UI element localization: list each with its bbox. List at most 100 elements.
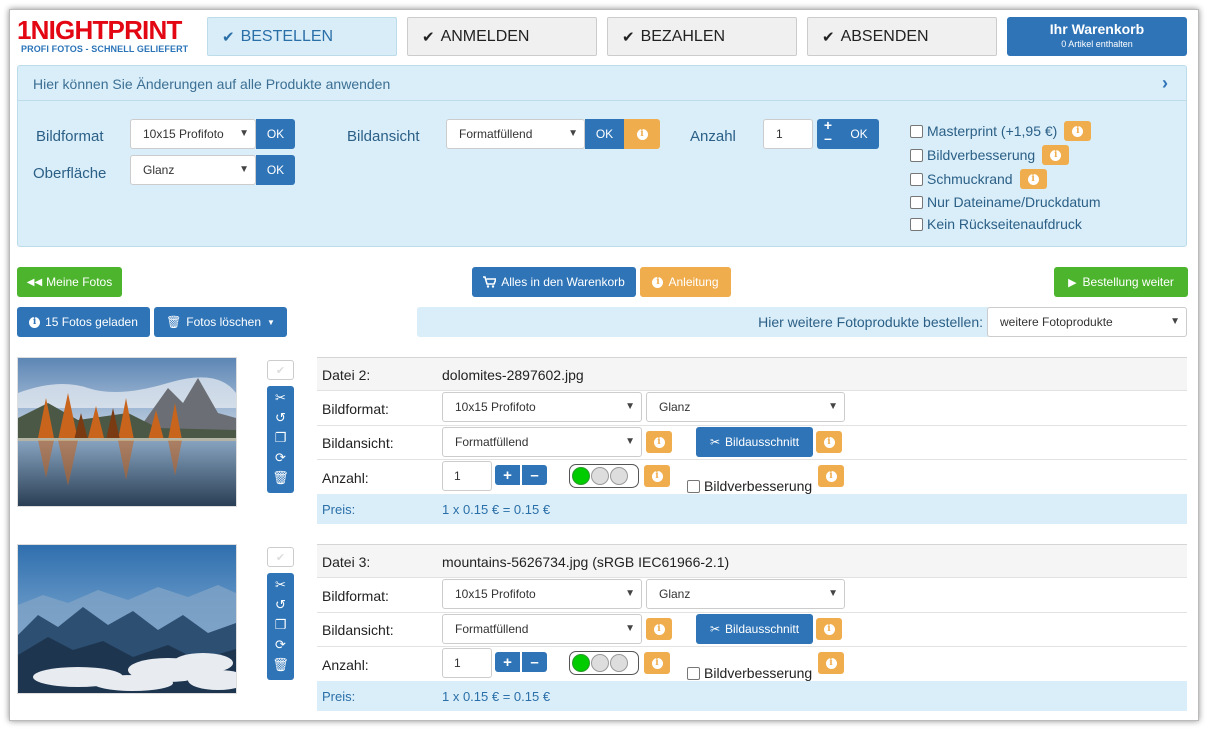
format-select[interactable]: 10x15 Profifoto ▼ xyxy=(442,392,642,422)
chevron-down-icon: ▼ xyxy=(239,164,249,175)
masterprint-checkbox[interactable] xyxy=(910,124,923,138)
masterprint-info-button[interactable]: i xyxy=(1064,121,1092,141)
step-bestellen[interactable]: ✔ BESTELLEN xyxy=(207,17,397,56)
option-label: Schmuckrand xyxy=(927,171,1013,187)
schmuckrand-checkbox[interactable] xyxy=(910,172,923,186)
bestellung-weiter-button[interactable]: ▶ Bestellung weiter xyxy=(1054,267,1188,297)
bildausschnitt-button[interactable]: ✂ Bildausschnitt xyxy=(696,614,813,644)
surface-select[interactable]: Glanz ▼ xyxy=(646,579,845,609)
enhance-checkbox[interactable] xyxy=(687,480,700,493)
minus-icon[interactable]: – xyxy=(817,131,839,145)
cart-button[interactable]: Ihr Warenkorb 0 Artikel enthalten xyxy=(1007,17,1187,56)
surface-select[interactable]: Glanz ▼ xyxy=(646,392,845,422)
bestellung-weiter-label: Bestellung weiter xyxy=(1082,275,1174,289)
qty-plus-button[interactable]: + xyxy=(495,465,520,485)
trash-icon[interactable]: 🗑 xyxy=(267,657,294,673)
info-icon: i xyxy=(653,623,665,635)
quality-dot-bad xyxy=(610,654,628,672)
view-select[interactable]: Formatfüllend ▼ xyxy=(442,614,642,644)
rewind-icon: ◀◀ xyxy=(26,276,43,288)
checkmark-icon: ✔ xyxy=(822,28,835,46)
trash-icon[interactable]: 🗑 xyxy=(267,470,294,486)
bildansicht-info-button[interactable]: i xyxy=(624,119,660,149)
scissors-icon[interactable]: ✂ xyxy=(267,390,294,406)
qty-input[interactable]: 1 xyxy=(442,648,492,678)
chevron-right-icon[interactable]: › xyxy=(1162,73,1168,94)
bildformat-label: Bildformat: xyxy=(322,588,389,604)
view-select[interactable]: Formatfüllend ▼ xyxy=(442,427,642,457)
step-anmelden[interactable]: ✔ ANMELDEN xyxy=(407,17,597,56)
format-value: 10x15 Profifoto xyxy=(455,400,536,414)
quality-info-button[interactable]: i xyxy=(644,465,670,487)
refresh-icon[interactable]: ⟳ xyxy=(267,637,294,653)
bildverbesserung-info-button[interactable]: i xyxy=(1042,145,1070,165)
select-photo-checkbox[interactable]: ✔ xyxy=(267,360,294,380)
enhance-info-button[interactable]: i xyxy=(818,465,844,487)
crop-info-button[interactable]: i xyxy=(816,431,842,453)
dateiname-checkbox[interactable] xyxy=(910,195,923,209)
bildformat-ok-button[interactable]: OK xyxy=(256,119,295,149)
rotate-left-icon[interactable]: ↺ xyxy=(267,410,294,426)
quality-info-button[interactable]: i xyxy=(644,652,670,674)
option-rueckseite[interactable]: Kein Rückseitenaufdruck xyxy=(910,216,1082,232)
anzahl-stepper[interactable]: + – xyxy=(817,118,839,149)
format-select[interactable]: 10x15 Profifoto ▼ xyxy=(442,579,642,609)
schmuckrand-info-button[interactable]: i xyxy=(1019,169,1047,189)
more-products-select[interactable]: weitere Fotoprodukte ▼ xyxy=(987,307,1187,337)
step-absenden[interactable]: ✔ ABSENDEN xyxy=(807,17,997,56)
copy-icon[interactable]: ❐ xyxy=(267,430,294,446)
bildverbesserung-checkbox[interactable] xyxy=(910,148,923,162)
option-bildverbesserung[interactable]: Bildverbesserung i xyxy=(910,145,1070,165)
qty-minus-button[interactable]: – xyxy=(522,465,547,485)
view-info-button[interactable]: i xyxy=(646,618,672,640)
qty-input[interactable]: 1 xyxy=(442,461,492,491)
step-bezahlen[interactable]: ✔ BEZAHLEN xyxy=(607,17,797,56)
logo-title[interactable]: 1NIGHTPRINT xyxy=(17,15,182,46)
photo-thumbnail[interactable] xyxy=(17,544,248,694)
anleitung-button[interactable]: i Anleitung xyxy=(640,267,731,297)
option-schmuckrand[interactable]: Schmuckrand i xyxy=(910,169,1047,189)
panel-header[interactable]: Hier können Sie Änderungen auf alle Prod… xyxy=(33,76,390,92)
row-divider xyxy=(317,390,1187,391)
chevron-down-icon: ▼ xyxy=(625,623,635,634)
oberflaeche-ok-button[interactable]: OK xyxy=(256,155,295,185)
crop-info-button[interactable]: i xyxy=(816,618,842,640)
quality-dot-medium xyxy=(591,654,609,672)
oberflaeche-value: Glanz xyxy=(143,163,175,177)
enhance-checkbox[interactable] xyxy=(687,667,700,680)
scissors-icon: ✂ xyxy=(709,622,720,636)
meine-fotos-button[interactable]: ◀◀ Meine Fotos xyxy=(17,267,122,297)
anzahl-input[interactable]: 1 xyxy=(763,119,813,149)
bildformat-select[interactable]: 10x15 Profifoto ▼ xyxy=(130,119,256,149)
select-photo-checkbox[interactable]: ✔ xyxy=(267,547,294,567)
qty-minus-button[interactable]: – xyxy=(522,652,547,672)
bildansicht-ok-button[interactable]: OK xyxy=(585,119,624,149)
rotate-left-icon[interactable]: ↺ xyxy=(267,597,294,613)
alles-warenkorb-button[interactable]: Alles in den Warenkorb xyxy=(472,267,636,297)
refresh-icon[interactable]: ⟳ xyxy=(267,450,294,466)
bildansicht-label: Bildansicht: xyxy=(322,622,394,638)
play-icon: ▶ xyxy=(1068,276,1077,289)
fotos-geladen-button[interactable]: i 15 Fotos geladen xyxy=(17,307,150,337)
step-label: ABSENDEN xyxy=(840,27,929,45)
info-icon: i xyxy=(825,657,837,669)
chevron-down-icon: ▼ xyxy=(828,588,838,599)
scissors-icon[interactable]: ✂ xyxy=(267,577,294,593)
rueckseite-checkbox[interactable] xyxy=(910,217,923,231)
copy-icon[interactable]: ❐ xyxy=(267,617,294,633)
bildansicht-select[interactable]: Formatfüllend ▼ xyxy=(446,119,585,149)
option-dateiname[interactable]: Nur Dateiname/Druckdatum xyxy=(910,194,1101,210)
option-masterprint[interactable]: Masterprint (+1,95 €) i xyxy=(910,121,1092,141)
oberflaeche-select[interactable]: Glanz ▼ xyxy=(130,155,256,185)
qty-plus-button[interactable]: + xyxy=(495,652,520,672)
anzahl-ok-button[interactable]: OK xyxy=(839,119,879,149)
fotos-loeschen-label: Fotos löschen xyxy=(186,315,262,329)
chevron-down-icon: ▼ xyxy=(625,588,635,599)
view-info-button[interactable]: i xyxy=(646,431,672,453)
bildansicht-label: Bildansicht xyxy=(347,128,420,145)
fotos-loeschen-button[interactable]: 🗑 Fotos löschen ▼ xyxy=(154,307,287,337)
enhance-info-button[interactable]: i xyxy=(818,652,844,674)
option-label: Masterprint (+1,95 €) xyxy=(927,123,1058,139)
bildausschnitt-button[interactable]: ✂ Bildausschnitt xyxy=(696,427,813,457)
photo-thumbnail[interactable] xyxy=(17,357,237,507)
